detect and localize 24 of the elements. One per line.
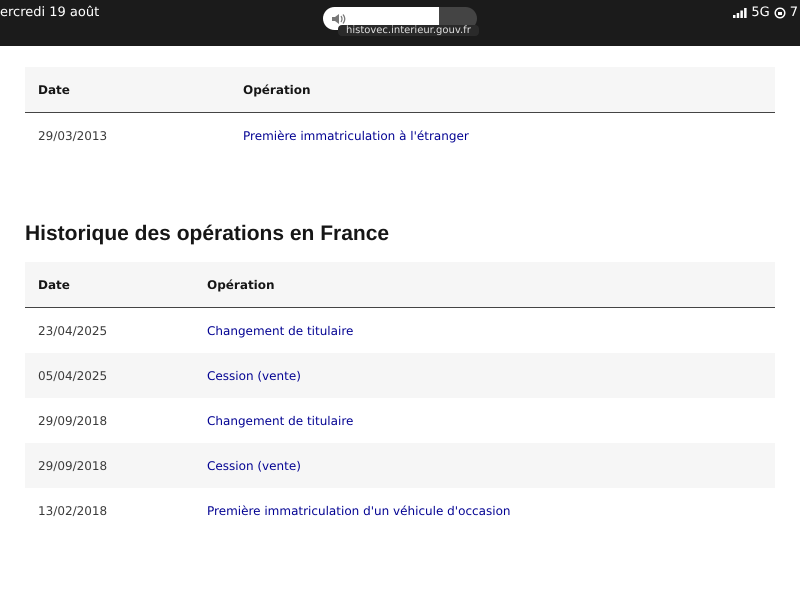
operation-link[interactable]: Changement de titulaire <box>207 324 354 338</box>
network-label: 5G <box>751 5 770 20</box>
date-cell-text: 29/09/2018 <box>37 458 108 472</box>
column-header: Opération <box>243 82 311 96</box>
speaker-icon <box>331 13 347 25</box>
signal-icon <box>733 8 748 18</box>
status-date: ercredi 19 août <box>0 5 100 20</box>
date-cell-text: 05/04/2025 <box>37 368 108 382</box>
operation-link[interactable]: Cession (vente) <box>207 458 301 472</box>
operation-link[interactable]: Première immatriculation à l'étranger <box>243 128 469 142</box>
column-header: Opération <box>207 278 275 292</box>
date-cell-text: 29/03/2013 <box>37 128 108 142</box>
url-label: histovec.interieur.gouv.fr <box>338 25 479 36</box>
date-cell-text: 13/02/2018 <box>37 504 108 518</box>
rotation-lock-icon <box>774 6 786 18</box>
date-cell-text: 23/04/2025 <box>37 324 108 338</box>
operation-link[interactable]: Cession (vente) <box>207 368 301 382</box>
battery-label: 7 <box>790 5 798 20</box>
operation-link[interactable]: Première immatriculation d'un véhicule d'occasion <box>207 504 511 518</box>
column-header: Date <box>37 278 71 292</box>
date-cell-text: 29/09/2018 <box>37 414 108 428</box>
operation-link[interactable]: Changement de titulaire <box>207 414 354 428</box>
column-header: Date <box>37 82 71 96</box>
section-heading: Historique des opérations en France <box>25 221 390 247</box>
